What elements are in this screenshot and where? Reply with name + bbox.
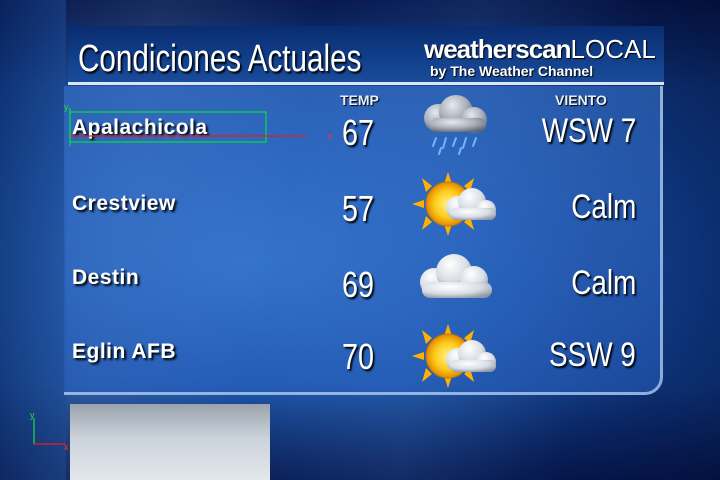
brand-sub: by The Weather Channel [430, 63, 594, 79]
city-name: Crestview [72, 192, 176, 215]
city-name: Eglin AFB [72, 340, 177, 363]
temperature: 67 [341, 112, 375, 153]
partly-sunny-icon [408, 320, 500, 390]
axis-y-label: y [30, 410, 35, 420]
wind-value: Calm [570, 188, 636, 226]
brand-name: weatherscan [424, 34, 572, 64]
brand-logo: weatherscanLOCAL by The Weather Channel [424, 34, 656, 79]
temp-column-header: TEMP [340, 92, 379, 108]
table-row: Destin 69 Calm [0, 254, 720, 330]
city-name: Destin [72, 266, 140, 289]
partly-sunny-icon [408, 168, 500, 238]
gizmo-x-label: x [328, 131, 333, 141]
axis-gizmo: y x [30, 410, 69, 452]
wind-column-header: VIENTO [555, 92, 607, 108]
temperature: 69 [341, 264, 375, 305]
ticker-box [70, 404, 270, 480]
gizmo-y-label: y [64, 102, 69, 112]
brand-local: LOCAL [570, 34, 656, 64]
wind-value: WSW 7 [541, 112, 636, 150]
table-row: Crestview 57 Calm [0, 172, 720, 256]
selection-gizmo: x y [64, 102, 333, 146]
page-title: Condiciones Actuales [78, 38, 362, 80]
table-row: Eglin AFB 70 SSW 9 [0, 324, 720, 404]
temperature: 70 [341, 336, 375, 377]
temperature: 57 [341, 188, 375, 229]
wind-value: Calm [570, 264, 636, 302]
wind-value: SSW 9 [549, 336, 636, 374]
axis-x-label: x [64, 442, 69, 452]
rain-cloud-icon [408, 90, 500, 160]
brand-main: weatherscanLOCAL [424, 34, 656, 64]
cloudy-icon [408, 250, 500, 320]
